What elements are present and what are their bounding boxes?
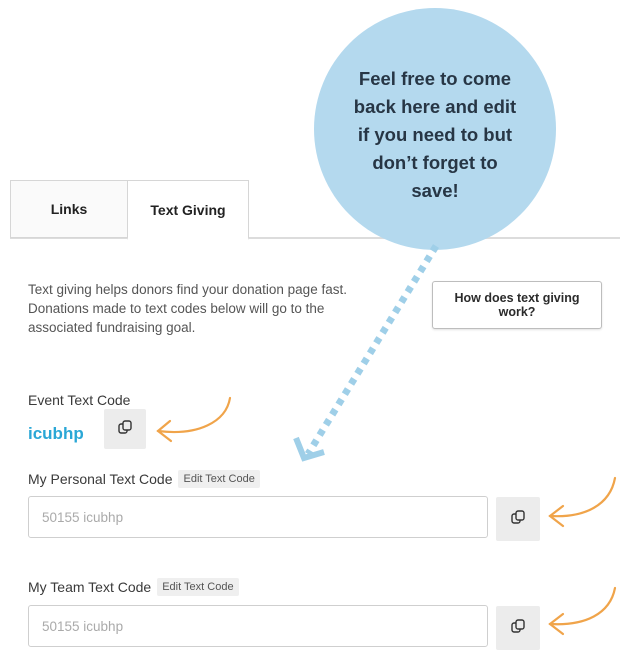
event-text-code-value: icubhp bbox=[28, 424, 84, 443]
personal-text-code-input[interactable] bbox=[28, 496, 488, 538]
tab-links[interactable]: Links bbox=[10, 180, 128, 238]
copy-icon bbox=[511, 509, 525, 529]
event-copy-button[interactable] bbox=[104, 409, 146, 449]
tab-links-label: Links bbox=[50, 201, 88, 217]
copy-icon bbox=[118, 419, 132, 439]
personal-text-code-label: My Personal Text Code bbox=[28, 471, 173, 487]
dotted-arrow bbox=[293, 244, 439, 462]
copy-icon bbox=[511, 618, 525, 638]
callout-bubble: Feel free to come back here and edit if … bbox=[314, 8, 556, 250]
orange-arrow-personal bbox=[548, 476, 617, 528]
tab-text-giving[interactable]: Text Giving bbox=[127, 180, 249, 240]
orange-arrow-team bbox=[548, 586, 617, 636]
orange-arrow-event bbox=[156, 396, 232, 443]
personal-copy-button[interactable] bbox=[496, 497, 540, 541]
team-text-code-label: My Team Text Code bbox=[28, 579, 152, 595]
intro-text: Text giving helps donors find your donat… bbox=[28, 282, 347, 335]
how-does-text-giving-work-button[interactable]: How does text giving work? bbox=[432, 281, 602, 329]
team-edit-text-code-button[interactable]: Edit Text Code bbox=[157, 578, 239, 596]
personal-edit-text-code-button[interactable]: Edit Text Code bbox=[178, 470, 260, 488]
callout-text: Feel free to come back here and edit if … bbox=[353, 68, 517, 201]
team-text-code-input[interactable] bbox=[28, 605, 488, 647]
team-copy-button[interactable] bbox=[496, 606, 540, 650]
personal-text-code-row: My Personal Text Code Edit Text Code bbox=[28, 470, 260, 488]
tab-text-giving-label: Text Giving bbox=[150, 201, 226, 218]
event-text-code-label: Event Text Code bbox=[28, 392, 131, 408]
team-text-code-row: My Team Text Code Edit Text Code bbox=[28, 578, 239, 596]
